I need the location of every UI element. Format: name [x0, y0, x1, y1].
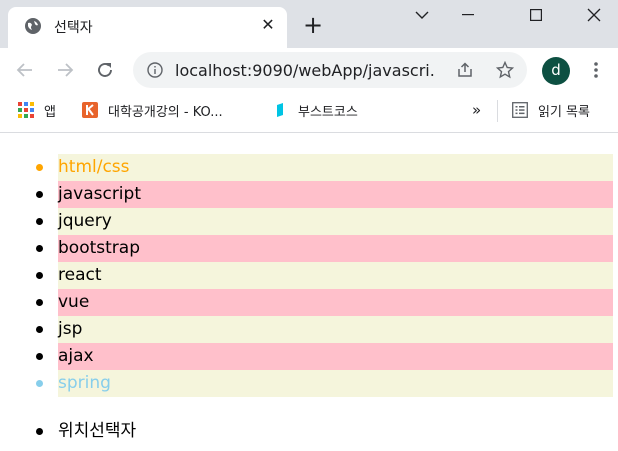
- list-item: javascript: [36, 181, 613, 208]
- new-tab-button[interactable]: +: [302, 13, 324, 37]
- browser-tab[interactable]: 선택자 ✕: [8, 7, 287, 48]
- list-item: html/css: [36, 154, 613, 181]
- reading-list-icon: [512, 102, 528, 118]
- boostcourse-icon: [272, 102, 288, 118]
- list-item: jsp: [36, 316, 613, 343]
- tab-strip: 선택자 ✕ +: [0, 0, 618, 48]
- maximize-icon[interactable]: [516, 0, 556, 30]
- tab-title: 선택자: [54, 20, 93, 36]
- bookmarks-overflow-button[interactable]: »: [472, 100, 481, 120]
- reading-list-label: 읽기 목록: [538, 104, 590, 120]
- position-selector-list: 위치선택자: [35, 418, 136, 445]
- chevron-down-icon[interactable]: [402, 0, 442, 30]
- list-item: ajax: [36, 343, 613, 370]
- page-content: html/css javascript jquery bootstrap rea…: [0, 133, 618, 451]
- url-text: localhost:9090/webApp/javascri...: [175, 61, 435, 80]
- bookmarks-bar: 앱 대학공개강의 - KO... 부스트코스 » 읽기 목록: [0, 92, 618, 133]
- list-item: 위치선택자: [35, 418, 136, 445]
- site-info-icon[interactable]: [145, 60, 165, 80]
- bookmark-kocw[interactable]: 대학공개강의 - KO...: [82, 100, 223, 120]
- bookmark-label: 앱: [44, 104, 56, 120]
- apps-grid-icon: [18, 102, 34, 118]
- globe-icon: [24, 17, 42, 35]
- bookmark-label: 대학공개강의 - KO...: [108, 104, 223, 120]
- menu-icon[interactable]: [584, 58, 608, 82]
- list-item: react: [36, 262, 613, 289]
- share-icon[interactable]: [455, 60, 475, 80]
- reload-icon[interactable]: [93, 58, 117, 82]
- list-item: jquery: [36, 208, 613, 235]
- selector-list: html/css javascript jquery bootstrap rea…: [36, 154, 613, 397]
- minimize-icon[interactable]: [448, 0, 488, 30]
- list-item: bootstrap: [36, 235, 613, 262]
- close-icon[interactable]: [574, 0, 614, 30]
- bookmarks-divider: [497, 100, 498, 122]
- toolbar: localhost:9090/webApp/javascri...: [0, 48, 618, 92]
- back-icon[interactable]: [13, 58, 37, 82]
- bookmark-star-icon[interactable]: [495, 60, 515, 80]
- profile-avatar[interactable]: d: [542, 57, 570, 85]
- forward-icon[interactable]: [53, 58, 77, 82]
- list-item: spring: [36, 370, 613, 397]
- close-tab-icon[interactable]: ✕: [259, 16, 277, 34]
- address-bar[interactable]: localhost:9090/webApp/javascri...: [133, 52, 527, 88]
- bookmark-boostcourse[interactable]: 부스트코스: [272, 100, 358, 120]
- list-item: vue: [36, 289, 613, 316]
- reading-list-button[interactable]: 읽기 목록: [512, 100, 590, 120]
- kocw-icon: [82, 102, 98, 118]
- bookmark-label: 부스트코스: [298, 104, 358, 120]
- bookmark-apps[interactable]: 앱: [18, 100, 56, 120]
